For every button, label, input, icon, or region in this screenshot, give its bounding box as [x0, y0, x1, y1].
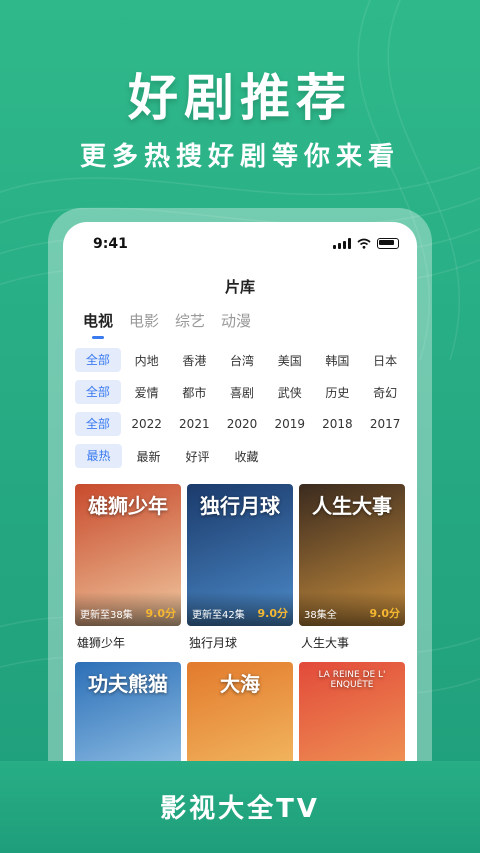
filter-chip[interactable]: 香港	[170, 352, 218, 369]
poster-title-art: 雄狮少年	[88, 494, 168, 518]
movie-title: 独行月球	[189, 636, 238, 650]
filter-chip[interactable]: 喜剧	[218, 384, 266, 401]
filter-chip[interactable]: 2022	[123, 417, 171, 431]
filter-chip[interactable]: 全部	[75, 348, 121, 372]
filter-chip[interactable]: 收藏	[222, 448, 271, 465]
poster-title-art: 独行月球	[200, 494, 280, 518]
score-label: 9.0分	[257, 607, 289, 620]
filter-chip[interactable]: 台湾	[218, 352, 266, 369]
movie-poster: 雄狮少年 更新至38集 9.0分	[75, 484, 181, 626]
wifi-icon	[357, 238, 371, 249]
score-label: 9.0分	[145, 607, 177, 620]
poster-title-art: LA REINE DE L' ENQUÊTE	[318, 670, 386, 690]
movie-poster: 大海	[187, 662, 293, 762]
battery-icon	[377, 238, 399, 249]
app-name: 影视大全TV	[160, 794, 320, 824]
movie-poster: 人生大事 38集全 9.0分	[299, 484, 405, 626]
poster-title-art: 功夫熊猫	[88, 672, 168, 696]
filter-row-region: 全部 内地 香港 台湾 美国 韩国 日本	[75, 344, 409, 376]
movie-poster: 功夫熊猫	[75, 662, 181, 762]
filter-chip[interactable]: 日本	[361, 352, 409, 369]
filter-row-year: 全部 2022 2021 2020 2019 2018 2017	[75, 408, 409, 440]
tab-variety[interactable]: 综艺	[175, 310, 205, 331]
movie-grid: 雄狮少年 更新至38集 9.0分 雄狮少年 独行月球 更新至42集 9.0分 独…	[75, 484, 405, 762]
movie-card[interactable]: 大海	[187, 662, 293, 762]
filter-chip[interactable]: 最新	[124, 448, 173, 465]
filter-chip[interactable]: 全部	[75, 412, 121, 436]
filter-chip[interactable]: 全部	[75, 380, 121, 404]
movie-card[interactable]: LA REINE DE L' ENQUÊTE	[299, 662, 405, 762]
filter-chip[interactable]: 2019	[266, 417, 314, 431]
movie-card[interactable]: 功夫熊猫	[75, 662, 181, 762]
filter-row-genre: 全部 爱情 都市 喜剧 武侠 历史 奇幻	[75, 376, 409, 408]
status-bar: 9:41	[63, 222, 417, 262]
movie-poster: LA REINE DE L' ENQUÊTE	[299, 662, 405, 762]
episode-badge: 更新至38集	[80, 610, 133, 621]
poster-title-art: 人生大事	[312, 494, 392, 518]
episode-badge: 更新至42集	[192, 610, 245, 621]
tab-movie[interactable]: 电影	[129, 310, 159, 331]
filter-chip[interactable]: 最热	[75, 444, 122, 468]
score-label: 9.0分	[369, 607, 401, 620]
movie-card[interactable]: 雄狮少年 更新至38集 9.0分 雄狮少年	[75, 484, 181, 662]
signal-icon	[333, 238, 351, 249]
phone-screen: 9:41 片库 电视 电影 综艺 动漫 全部 内地 香港 台湾 美国 韩国 日本…	[63, 222, 417, 762]
tab-anime[interactable]: 动漫	[221, 310, 251, 331]
filter-chip[interactable]: 美国	[266, 352, 314, 369]
movie-poster: 独行月球 更新至42集 9.0分	[187, 484, 293, 626]
movie-card[interactable]: 独行月球 更新至42集 9.0分 独行月球	[187, 484, 293, 662]
page-title: 片库	[224, 278, 255, 296]
hero-title: 好剧推荐	[128, 69, 352, 127]
movie-title: 人生大事	[301, 636, 350, 650]
movie-title: 雄狮少年	[77, 636, 126, 650]
episode-badge: 38集全	[304, 610, 337, 621]
filter-chip[interactable]: 武侠	[266, 384, 314, 401]
tab-tv[interactable]: 电视	[83, 310, 113, 331]
status-time: 9:41	[93, 236, 128, 252]
filter-chip[interactable]: 都市	[170, 384, 218, 401]
filter-panel: 全部 内地 香港 台湾 美国 韩国 日本 全部 爱情 都市 喜剧 武侠 历史 奇…	[75, 344, 409, 472]
category-tabs: 电视 电影 综艺 动漫	[83, 310, 251, 331]
filter-chip[interactable]: 内地	[123, 352, 171, 369]
filter-chip[interactable]: 好评	[173, 448, 222, 465]
filter-chip[interactable]: 2018	[314, 417, 362, 431]
filter-chip[interactable]: 2017	[361, 417, 409, 431]
movie-card[interactable]: 人生大事 38集全 9.0分 人生大事	[299, 484, 405, 662]
filter-chip[interactable]: 韩国	[314, 352, 362, 369]
filter-chip[interactable]: 2020	[218, 417, 266, 431]
filter-chip[interactable]: 爱情	[123, 384, 171, 401]
filter-chip[interactable]: 2021	[170, 417, 218, 431]
filter-chip[interactable]: 奇幻	[361, 384, 409, 401]
poster-title-art: 大海	[220, 672, 260, 696]
filter-chip[interactable]: 历史	[314, 384, 362, 401]
filter-row-sort: 最热 最新 好评 收藏	[75, 440, 409, 472]
hero-subtitle: 更多热搜好剧等你来看	[79, 142, 400, 172]
